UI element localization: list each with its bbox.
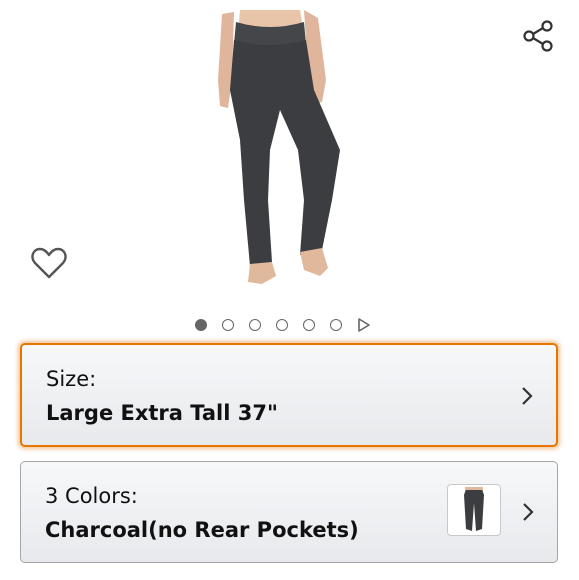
product-detail-screen: Size: Large Extra Tall 37" 3 Colors: Cha… — [0, 0, 579, 580]
heart-icon[interactable] — [30, 245, 68, 281]
play-triangle-icon[interactable] — [357, 318, 371, 332]
product-image[interactable] — [200, 0, 380, 300]
image-carousel-dots[interactable] — [195, 316, 371, 334]
color-selector[interactable]: 3 Colors: Charcoal(no Rear Pockets) — [20, 461, 558, 563]
chevron-right-icon — [522, 387, 533, 405]
share-icon[interactable] — [520, 18, 556, 54]
size-label: Size: — [46, 367, 97, 391]
color-value: Charcoal(no Rear Pockets) — [45, 518, 359, 542]
carousel-dot-6[interactable] — [330, 319, 342, 331]
size-selector[interactable]: Size: Large Extra Tall 37" — [20, 343, 558, 447]
color-label: 3 Colors: — [45, 484, 138, 508]
carousel-dot-4[interactable] — [276, 319, 288, 331]
carousel-dot-5[interactable] — [303, 319, 315, 331]
yoga-pants-image — [218, 10, 340, 284]
size-value: Large Extra Tall 37" — [46, 401, 278, 425]
chevron-right-icon — [523, 503, 534, 521]
carousel-dot-3[interactable] — [249, 319, 261, 331]
color-swatch-thumbnail — [447, 484, 501, 536]
carousel-dot-2[interactable] — [222, 319, 234, 331]
carousel-dot-1[interactable] — [195, 319, 207, 331]
pants-thumbnail-icon — [464, 487, 484, 531]
